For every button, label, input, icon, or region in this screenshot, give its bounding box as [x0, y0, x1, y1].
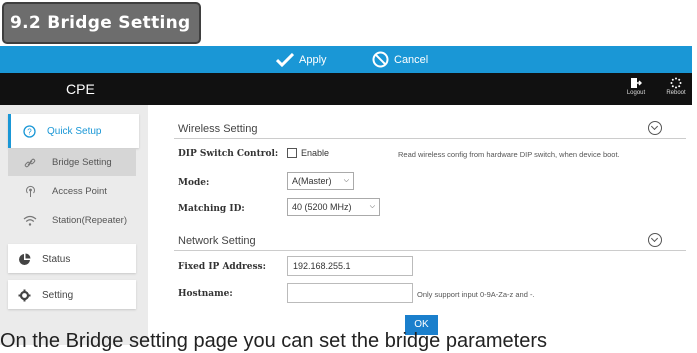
logout-icon: [631, 78, 642, 88]
action-bar: Apply Cancel: [0, 46, 692, 73]
document-caption: On the Bridge setting page you can set t…: [0, 330, 548, 352]
sidebar: ? Quick Setup Bridge Setting Access Poin…: [0, 105, 148, 345]
quick-setup-label: Quick Setup: [47, 125, 102, 137]
mode-label: Mode:: [178, 178, 210, 188]
sidebar-item-station-repeater[interactable]: Station(Repeater): [8, 207, 136, 234]
quick-setup-row: ? Quick Setup: [21, 123, 101, 139]
gear-icon: [16, 287, 32, 303]
logout-label: Logout: [626, 90, 646, 96]
station-repeater-label: Station(Repeater): [52, 215, 127, 226]
dip-note: Read wireless config from hardware DIP s…: [398, 150, 620, 159]
setting-label: Setting: [42, 289, 74, 301]
divider: [174, 250, 686, 251]
reboot-icon: [670, 77, 682, 89]
hostname-note: Only support input 0-9A-Za-z and -.: [417, 290, 535, 299]
access-point-label: Access Point: [52, 186, 107, 197]
wireless-setting-title: Wireless Setting: [178, 123, 258, 135]
divider: [174, 138, 686, 139]
wifi-icon: [22, 215, 38, 227]
apply-label: Apply: [299, 53, 327, 66]
chevron-down-icon: ⌵: [369, 203, 375, 210]
chevron-down-icon: ⌵: [343, 177, 349, 184]
hostname-label: Hostname:: [178, 289, 233, 299]
access-point-icon: [22, 185, 38, 198]
svg-text:?: ?: [27, 127, 32, 136]
pie-chart-icon: [16, 251, 32, 267]
mode-value: A(Master): [292, 176, 332, 186]
network-setting-title: Network Setting: [178, 235, 256, 247]
mode-select[interactable]: A(Master) ⌵: [287, 172, 354, 190]
dip-enable-checkbox[interactable]: Enable: [287, 148, 329, 158]
dip-switch-label: DIP Switch Control:: [178, 149, 279, 159]
matching-id-select[interactable]: 40 (5200 MHz) ⌵: [287, 198, 380, 216]
reboot-label: Reboot: [666, 90, 686, 96]
status-row: Status: [16, 251, 70, 267]
sidebar-item-bridge-setting[interactable]: Bridge Setting: [8, 149, 136, 176]
matching-id-label: Matching ID:: [178, 204, 245, 214]
fixed-ip-input[interactable]: 192.168.255.1: [287, 256, 413, 276]
sidebar-item-setting[interactable]: Setting: [8, 280, 136, 309]
matching-id-value: 40 (5200 MHz): [292, 202, 352, 212]
network-collapse-icon[interactable]: [648, 233, 662, 247]
section-heading: 9.2 Bridge Setting: [2, 2, 201, 44]
sidebar-item-status[interactable]: Status: [8, 244, 136, 273]
status-label: Status: [42, 253, 71, 265]
logout-button[interactable]: Logout: [623, 77, 649, 96]
brand-title: CPE: [66, 81, 95, 97]
fixed-ip-label: Fixed IP Address:: [178, 262, 266, 272]
sidebar-item-access-point[interactable]: Access Point: [8, 178, 136, 205]
setting-row: Setting: [16, 287, 73, 303]
app-header: CPE Logout Reboot: [0, 73, 692, 105]
reboot-button[interactable]: Reboot: [663, 77, 689, 96]
link-icon: [22, 157, 38, 169]
main-panel: Wireless Setting DIP Switch Control: Ena…: [148, 105, 692, 345]
sidebar-item-quick-setup[interactable]: ? Quick Setup: [8, 114, 139, 148]
hostname-input[interactable]: [287, 283, 413, 303]
wireless-collapse-icon[interactable]: [648, 121, 662, 135]
cancel-button[interactable]: Cancel: [372, 46, 428, 73]
checkmark-icon: [276, 52, 294, 67]
apply-button[interactable]: Apply: [276, 46, 327, 73]
dip-enable-label: Enable: [301, 148, 330, 158]
bridge-setting-label: Bridge Setting: [52, 157, 112, 168]
cancel-label: Cancel: [394, 53, 429, 66]
help-circle-icon: ?: [21, 123, 37, 139]
cancel-icon: [372, 51, 389, 68]
checkbox-box: [287, 148, 297, 158]
